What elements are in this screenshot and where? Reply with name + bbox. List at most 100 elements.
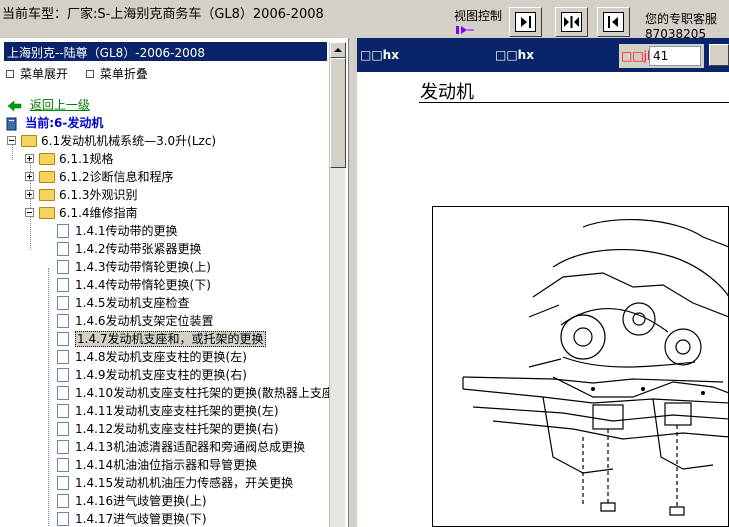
document-icon xyxy=(57,277,69,292)
tree-item[interactable]: 1.4.5发动机支座检查 xyxy=(57,294,190,312)
tree-item[interactable]: 1.4.10发动机支座支柱托架的更换(散热器上支座 xyxy=(57,384,329,402)
engine-mount-diagram xyxy=(462,218,728,516)
tree-item[interactable]: 1.4.11发动机支座支柱托架的更换(左) xyxy=(57,402,279,420)
tree-item-label: 1.4.4传动带惰轮更换(下) xyxy=(75,278,211,292)
tree-item[interactable]: 1.4.3传动带惰轮更换(上) xyxy=(57,258,211,276)
page-jump-group: □□jl xyxy=(619,44,704,68)
chevron-up-icon xyxy=(334,48,342,52)
collapse-toggle-icon[interactable] xyxy=(7,136,16,145)
document-icon xyxy=(57,331,69,346)
tree-folder[interactable]: 6.1.2诊断信息和程序 xyxy=(25,168,174,186)
menu-expand-label: 菜单展开 xyxy=(20,67,69,81)
tree-root-label: 6.1发动机机械系统—3.0升(Lzc) xyxy=(41,134,217,148)
document-icon xyxy=(57,403,69,418)
tree-item[interactable]: 1.4.14机油油位指示器和导管更换 xyxy=(57,456,257,474)
expand-icon xyxy=(6,69,14,78)
view-left-panel-button[interactable] xyxy=(509,7,542,37)
tree-folder-label: 6.1.3外观识别 xyxy=(59,188,138,202)
tree-scrollbar[interactable] xyxy=(329,42,346,527)
document-toolbar: □□hx □□hx □□jl xyxy=(357,38,729,72)
tree-item[interactable]: 1.4.12发动机支座支柱托架的更换(右) xyxy=(57,420,279,438)
document-icon xyxy=(57,313,69,328)
document-icon xyxy=(57,295,69,310)
view-control-icon xyxy=(456,26,474,34)
document-icon xyxy=(57,457,69,472)
collapse-toggle-icon[interactable] xyxy=(25,208,34,217)
folder-icon xyxy=(39,152,55,165)
folder-icon xyxy=(39,188,55,201)
current-vehicle-label: 当前车型：厂家:S-上海别克商务车（GL8）2006-2008 xyxy=(2,7,324,22)
folder-icon xyxy=(39,170,55,183)
tree-item-label: 1.4.6发动机支架定位装置 xyxy=(75,314,214,328)
scroll-up-button[interactable] xyxy=(330,42,346,58)
document-icon xyxy=(57,439,69,454)
tree-item-label: 1.4.14机油油位指示器和导管更换 xyxy=(75,458,258,472)
document-icon xyxy=(57,367,69,382)
scroll-thumb[interactable] xyxy=(330,58,346,168)
back-row[interactable]: 返回上一级 xyxy=(7,96,90,114)
tree-view: 返回上一级 当前:6-发动机 6.1发动机机械系统—3.0升(Lzc) 6.1.… xyxy=(0,94,329,527)
tree-folder[interactable]: 6.1.3外观识别 xyxy=(25,186,138,204)
expand-toggle-icon[interactable] xyxy=(25,172,34,181)
view-both-panels-button[interactable] xyxy=(555,7,588,37)
folder-open-icon xyxy=(21,134,37,147)
tree-folder-label: 6.1.1规格 xyxy=(59,152,114,166)
document-icon xyxy=(57,511,69,526)
collapse-icon xyxy=(85,69,94,78)
page-go-button[interactable] xyxy=(709,44,729,66)
tree-item[interactable]: 1.4.16进气歧管更换(上) xyxy=(57,492,207,510)
tree-folder[interactable]: 6.1.4维修指南 xyxy=(25,204,138,222)
expand-toggle-icon[interactable] xyxy=(25,190,34,199)
page-number-input[interactable] xyxy=(649,46,701,66)
document-icon xyxy=(57,259,69,274)
document-icon xyxy=(57,241,69,256)
tree-item-label: 1.4.3传动带惰轮更换(上) xyxy=(75,260,211,274)
toolbar-label-left[interactable]: □□hx xyxy=(360,48,399,62)
tree-item-label: 1.4.2传动带张紧器更换 xyxy=(75,242,202,256)
tree-item[interactable]: 1.4.9发动机支座支柱的更换(右) xyxy=(57,366,247,384)
tree-item-label: 1.4.5发动机支座检查 xyxy=(75,296,190,310)
tree-folder[interactable]: 6.1.1规格 xyxy=(25,150,114,168)
model-title: 上海别克--陆尊（GL8）-2006-2008 xyxy=(4,42,327,61)
tree-item[interactable]: 1.4.8发动机支座支柱的更换(左) xyxy=(57,348,247,366)
title-divider xyxy=(419,102,729,103)
folder-open-icon xyxy=(39,206,55,219)
view-control-label: 视图控制 xyxy=(454,9,503,23)
current-section-icon xyxy=(6,117,17,130)
view-right-panel-button[interactable] xyxy=(597,7,630,37)
menu-expand-button[interactable]: 菜单展开 xyxy=(6,67,68,81)
tree-item-label: 1.4.13机油滤清器适配器和旁通阀总成更换 xyxy=(75,440,306,454)
tree-item-label: 1.4.7发动机支座和，或托架的更换 xyxy=(75,331,266,347)
back-link[interactable]: 返回上一级 xyxy=(30,98,90,112)
tree-item-selected[interactable]: 1.4.7发动机支座和，或托架的更换 xyxy=(57,330,266,348)
tree-item[interactable]: 1.4.13机油滤清器适配器和旁通阀总成更换 xyxy=(57,438,305,456)
tree-item[interactable]: 1.4.6发动机支架定位装置 xyxy=(57,312,214,330)
page-jump-label: □□jl xyxy=(621,49,651,63)
tree-item[interactable]: 1.4.2传动带张紧器更换 xyxy=(57,240,202,258)
tree-item-label: 1.4.12发动机支座支柱托架的更换(右) xyxy=(75,422,279,436)
support-label: 您的专职客服 xyxy=(645,12,718,26)
menu-controls: 菜单展开 菜单折叠 xyxy=(6,65,162,82)
tree-item[interactable]: 1.4.4传动带惰轮更换(下) xyxy=(57,276,211,294)
document-icon xyxy=(57,421,69,436)
back-arrow-icon xyxy=(7,99,22,112)
tree-item-label: 1.4.1传动带的更换 xyxy=(75,224,178,238)
tree-item[interactable]: 1.4.17进气歧管更换(下) xyxy=(57,510,207,527)
toolbar-label-middle[interactable]: □□hx xyxy=(495,48,534,62)
tree-item-label: 1.4.10发动机支座支柱托架的更换(散热器上支座 xyxy=(75,386,329,400)
app-window: 当前车型：厂家:S-上海别克商务车（GL8）2006-2008 视图控制 您的专… xyxy=(0,0,729,527)
tree-folder-label: 6.1.2诊断信息和程序 xyxy=(59,170,174,184)
document-title: 发动机 xyxy=(420,82,474,103)
expand-toggle-icon[interactable] xyxy=(25,154,34,163)
tree-root[interactable]: 6.1发动机机械系统—3.0升(Lzc) xyxy=(7,132,216,150)
document-icon xyxy=(57,475,69,490)
tree-item[interactable]: 1.4.1传动带的更换 xyxy=(57,222,178,240)
tree-item-label: 1.4.11发动机支座支柱托架的更换(左) xyxy=(75,404,279,418)
menu-collapse-label: 菜单折叠 xyxy=(99,67,148,81)
tree-item[interactable]: 1.4.15发动机机油压力传感器，开关更换 xyxy=(57,474,293,492)
tree-item-label: 1.4.17进气歧管更换(下) xyxy=(75,512,207,526)
tree-item-label: 1.4.8发动机支座支柱的更换(左) xyxy=(75,350,247,364)
navigation-panel: 上海别克--陆尊（GL8）-2006-2008 菜单展开 菜单折叠 返回上一级 … xyxy=(0,38,349,527)
menu-collapse-button[interactable]: 菜单折叠 xyxy=(85,67,148,81)
engine-illustration xyxy=(432,206,729,527)
